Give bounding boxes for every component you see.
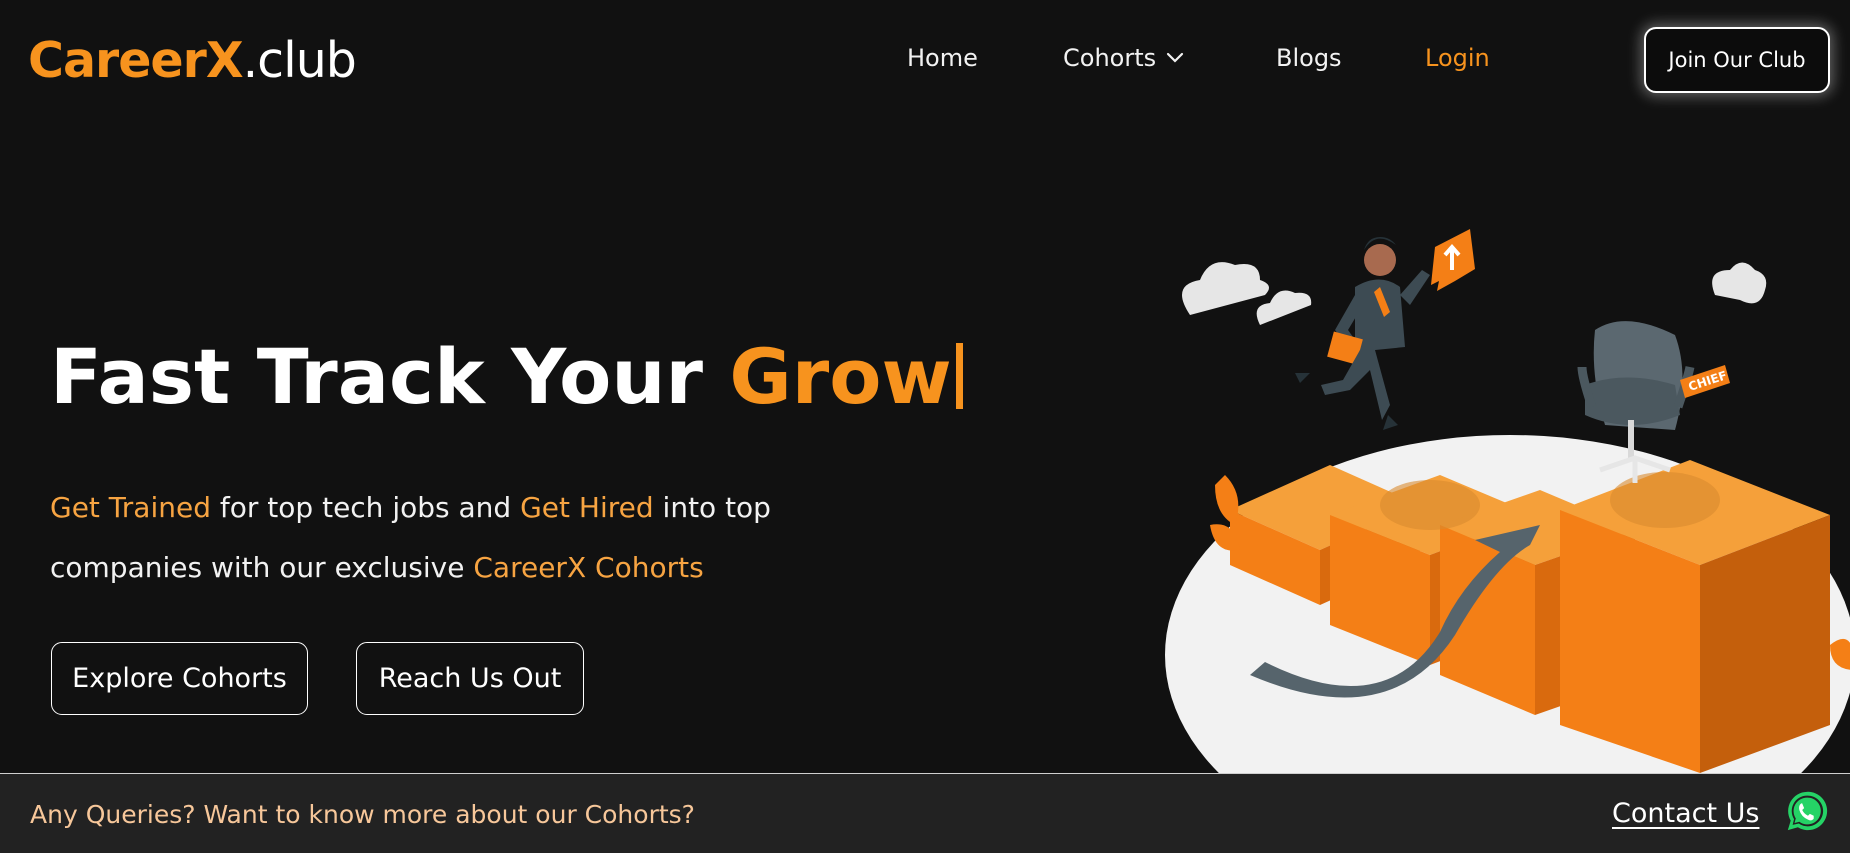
hero-desc-highlight-cohorts: CareerX Cohorts (473, 551, 704, 584)
explore-cohorts-button[interactable]: Explore Cohorts (51, 642, 308, 715)
chevron-down-icon (1167, 52, 1184, 63)
reach-us-out-button[interactable]: Reach Us Out (356, 642, 584, 715)
contact-bar: Any Queries? Want to know more about our… (0, 773, 1850, 853)
hero-desc-highlight-hired: Get Hired (520, 491, 654, 524)
nav-home[interactable]: Home (907, 44, 978, 72)
hero-title-accent: Grow (729, 332, 952, 421)
businessman-figure (1295, 237, 1430, 430)
nav-blogs[interactable]: Blogs (1276, 44, 1342, 72)
nav-login[interactable]: Login (1425, 44, 1490, 72)
typing-caret (955, 343, 963, 409)
whatsapp-icon[interactable] (1784, 788, 1830, 834)
nav-cohorts-label: Cohorts (1063, 44, 1157, 72)
logo-part-club: .club (242, 31, 357, 89)
careerx-logo[interactable]: Career X .club (28, 30, 357, 90)
arrow-up-bubble-icon (1431, 229, 1475, 291)
cloud-icon (1182, 262, 1767, 325)
contact-us-link[interactable]: Contact Us (1612, 798, 1759, 829)
nav-cohorts[interactable]: Cohorts (1063, 44, 1184, 72)
logo-part-x: X (205, 31, 244, 89)
hero-title: Fast Track Your Grow (50, 332, 963, 421)
hero-title-white: Fast Track Your (50, 332, 730, 421)
join-club-button[interactable]: Join Our Club (1644, 27, 1830, 93)
queries-text: Any Queries? Want to know more about our… (30, 800, 695, 829)
hero-description: Get Trained for top tech jobs and Get Hi… (50, 478, 810, 598)
hero-desc-highlight-trained: Get Trained (50, 491, 211, 524)
career-growth-illustration: CHIEF (1165, 229, 1850, 773)
page: Career X .club Home Cohorts Blogs Login Jo… (0, 0, 1850, 853)
hero-desc-text-1: for top tech jobs and (211, 491, 521, 524)
logo-part-career: Career (28, 31, 207, 89)
